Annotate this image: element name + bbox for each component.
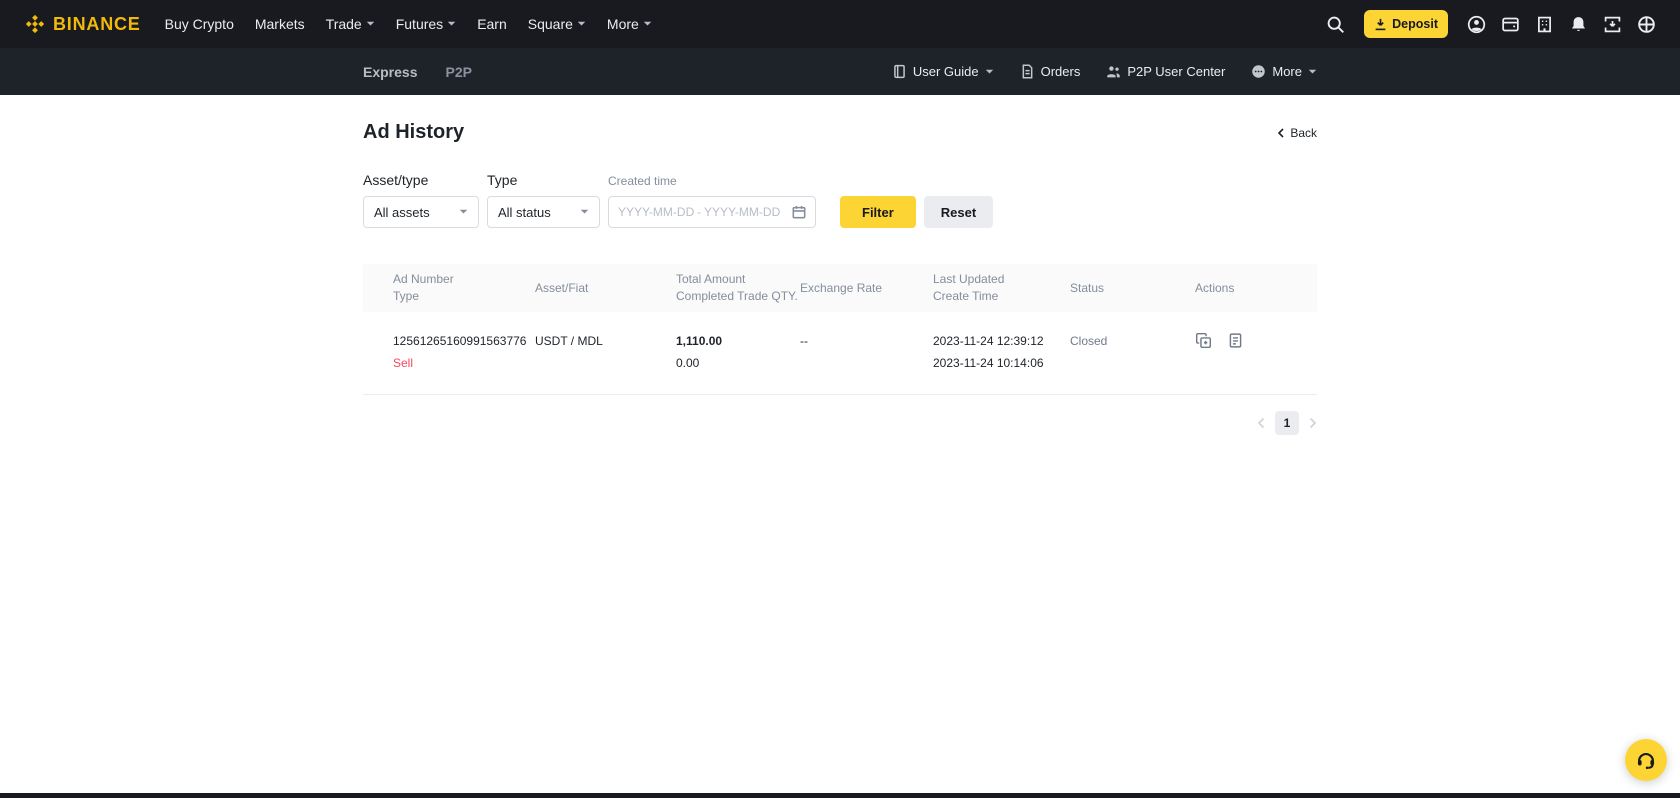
page-number[interactable]: 1 xyxy=(1275,411,1299,435)
filter-bar: Asset/type All assets Type All status Cr… xyxy=(363,172,1317,228)
footer-strip xyxy=(0,793,1680,798)
last-updated-time: 2023-11-24 12:39:12 xyxy=(933,334,1044,348)
date-end-input[interactable] xyxy=(704,205,780,219)
binance-logo[interactable]: BINANCE xyxy=(24,13,141,35)
nav-item-futures[interactable]: Futures xyxy=(396,16,456,32)
table-row: 12561265160991563776 Sell USDT / MDL 1,1… xyxy=(363,312,1317,395)
wallet-icon[interactable] xyxy=(1501,15,1520,34)
asset-type-label: Asset/type xyxy=(363,172,429,188)
status-select[interactable]: All status xyxy=(487,196,600,228)
nav-item-trade[interactable]: Trade xyxy=(326,16,375,32)
nav-item-more[interactable]: More xyxy=(607,16,652,32)
more-link[interactable]: More xyxy=(1251,64,1317,79)
date-start-input[interactable] xyxy=(618,205,694,219)
chevron-down-icon xyxy=(577,21,586,26)
cell-status: Closed xyxy=(1070,332,1195,372)
total-amount: 1,110.00 xyxy=(676,334,723,348)
prev-page-icon[interactable] xyxy=(1257,417,1265,429)
completed-trade-qty: 0.00 xyxy=(676,356,700,370)
type-label: Type xyxy=(487,172,518,188)
created-time-label: Created time xyxy=(608,174,677,188)
col-actions: Actions xyxy=(1195,280,1235,295)
bell-icon[interactable] xyxy=(1569,15,1588,34)
date-separator: - xyxy=(697,205,701,219)
col-exchange-rate: Exchange Rate xyxy=(800,280,883,295)
ad-detail-icon[interactable] xyxy=(1227,332,1244,349)
chat-support-icon xyxy=(1637,752,1655,770)
create-time: 2023-11-24 10:14:06 xyxy=(933,356,1044,370)
p2p-subnav: Express P2P User Guide Orders P2P User C… xyxy=(0,48,1680,95)
orders-file-icon xyxy=(1022,64,1033,79)
col-ad-number-type: Ad Number Type xyxy=(393,272,454,303)
chevron-down-icon xyxy=(580,209,589,214)
chevron-down-icon xyxy=(459,209,468,214)
created-time-range: - xyxy=(608,196,816,228)
top-navbar: BINANCE Buy Crypto Markets Trade Futures… xyxy=(0,0,1680,48)
main-menu: Buy Crypto Markets Trade Futures Earn Sq… xyxy=(165,16,652,32)
user-guide-link[interactable]: User Guide xyxy=(892,64,994,79)
orders-link[interactable]: Orders xyxy=(1020,64,1080,79)
deposit-button[interactable]: Deposit xyxy=(1364,10,1448,38)
status-badge: Closed xyxy=(1070,334,1108,348)
binance-diamond-icon xyxy=(25,14,45,34)
pagination: 1 xyxy=(363,411,1317,435)
ad-type-sell: Sell xyxy=(393,356,414,370)
cell-actions xyxy=(1195,332,1287,372)
p2p-user-center-icon xyxy=(1107,66,1121,78)
p2p-user-center-link[interactable]: P2P User Center xyxy=(1106,64,1225,79)
col-last-updated: Last Updated Create Time xyxy=(933,272,1005,303)
chat-support-button[interactable] xyxy=(1625,739,1667,781)
cell-total-amount: 1,110.00 0.00 xyxy=(676,332,800,372)
user-guide-icon xyxy=(894,64,905,79)
globe-icon[interactable] xyxy=(1637,15,1656,34)
cell-ad-number-type: 12561265160991563776 Sell xyxy=(393,332,535,372)
col-asset-fiat: Asset/Fiat xyxy=(535,280,589,295)
ad-history-table: Ad Number Type Asset/Fiat Total Amount Com… xyxy=(363,264,1317,435)
deposit-download-icon xyxy=(1375,18,1386,30)
reset-button[interactable]: Reset xyxy=(923,196,994,228)
profile-icon[interactable] xyxy=(1467,15,1486,34)
page-title: Ad History xyxy=(363,121,465,143)
col-total-amount: Total Amount Completed Trade QTY. xyxy=(676,272,798,303)
asset-type-select[interactable]: All assets xyxy=(363,196,479,228)
chevron-down-icon xyxy=(643,21,652,26)
nav-item-earn[interactable]: Earn xyxy=(477,16,507,32)
cell-times: 2023-11-24 12:39:12 2023-11-24 10:14:06 xyxy=(933,332,1070,372)
calendar-icon[interactable] xyxy=(792,205,806,219)
back-button[interactable]: Back xyxy=(1277,126,1317,140)
table-header-row: Ad Number Type Asset/Fiat Total Amount Com… xyxy=(363,264,1317,312)
chevron-down-icon xyxy=(1308,69,1317,73)
brand-wordmark: BINANCE xyxy=(53,13,141,34)
orders-building-icon[interactable] xyxy=(1535,15,1554,34)
app-download-icon[interactable] xyxy=(1603,15,1622,34)
search-icon[interactable] xyxy=(1326,15,1345,34)
chevron-down-icon xyxy=(985,69,993,73)
chevron-left-icon xyxy=(1278,127,1284,138)
nav-item-square[interactable]: Square xyxy=(528,16,586,32)
copy-ad-icon[interactable] xyxy=(1195,332,1212,349)
nav-item-markets[interactable]: Markets xyxy=(255,16,305,32)
cell-asset-fiat: USDT / MDL xyxy=(535,334,603,348)
ad-history-page: Ad History Back Asset/type All assets Ty… xyxy=(363,121,1317,435)
chevron-down-icon xyxy=(366,21,374,26)
tab-express[interactable]: Express xyxy=(363,64,417,80)
filter-button[interactable]: Filter xyxy=(840,196,916,228)
cell-exchange-rate: -- xyxy=(800,334,808,348)
tab-p2p[interactable]: P2P xyxy=(445,64,471,80)
col-status: Status xyxy=(1070,280,1105,295)
chevron-down-icon xyxy=(447,21,456,26)
nav-item-buy-crypto[interactable]: Buy Crypto xyxy=(165,16,234,32)
ad-number: 12561265160991563776 xyxy=(393,334,527,348)
next-page-icon[interactable] xyxy=(1309,417,1317,429)
more-circle-icon xyxy=(1252,65,1266,78)
